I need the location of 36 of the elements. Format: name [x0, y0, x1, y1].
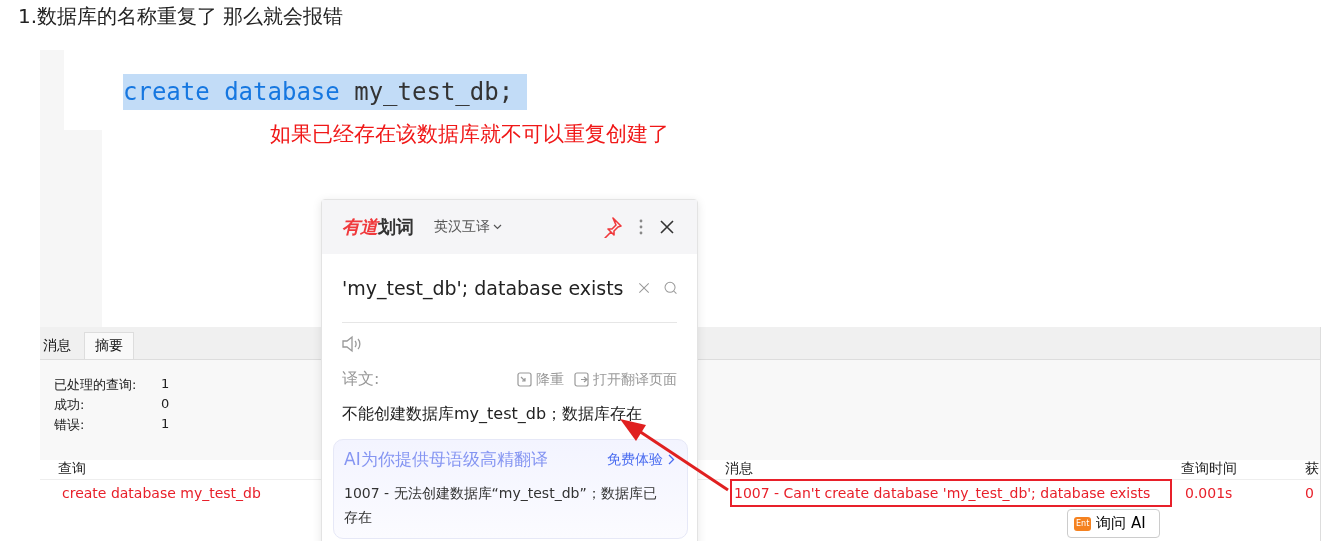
brand-logo: 有道划词	[342, 215, 414, 239]
rewrite-icon	[517, 372, 532, 387]
open-page-icon	[574, 372, 589, 387]
summary-value: 1	[161, 376, 171, 393]
column-header: 查询时间	[1180, 460, 1238, 478]
table-cell: 1007 - Can't create database 'my_test_db'; database exists	[734, 485, 1151, 501]
tab[interactable]: 消息	[40, 332, 80, 359]
pin-icon[interactable]	[601, 216, 623, 238]
translation-label: 译文:	[342, 369, 380, 390]
article-heading: 1.数据库的名称重复了 那么就会报错	[17, 3, 345, 30]
table-cell: 0.001s	[1185, 485, 1233, 501]
ai-translation-text: 1007 - 无法创建数据库“my_test_db”；数据库已存在	[344, 484, 658, 527]
more-icon[interactable]	[639, 219, 643, 235]
column-header: 获	[1304, 460, 1320, 478]
column-header: 消息	[724, 460, 754, 478]
chevron-icon	[668, 454, 675, 465]
ask-ai-button[interactable]: Ent 询问 AI	[1067, 509, 1160, 538]
column-header: 查询	[57, 460, 87, 478]
annotation-text: 如果已经存在该数据库就不可以重复创建了	[270, 121, 669, 148]
query-text: 'my_test_db'; database exists	[342, 277, 624, 299]
table-cell: create database my_test_db	[62, 485, 261, 501]
summary-value: 1	[161, 416, 171, 433]
ent-badge-icon: Ent	[1074, 516, 1092, 531]
mode-dropdown[interactable]: 英汉互译	[434, 218, 502, 236]
summary-value: 0	[161, 396, 171, 413]
translation-text: 不能创建数据库my_test_db；数据库存在	[342, 404, 644, 425]
table-cell: 0	[1305, 485, 1314, 501]
summary-label: 成功:	[54, 396, 86, 414]
free-trial-link[interactable]: 免费体验	[607, 450, 675, 469]
summary-label: 已处理的查询:	[54, 376, 138, 394]
ai-banner-title: AI为你提供母语级高精翻译	[344, 448, 548, 471]
summary-label: 错误:	[54, 416, 86, 434]
close-icon[interactable]	[659, 219, 675, 235]
tab[interactable]: 摘要	[84, 332, 134, 359]
chevron-icon	[493, 224, 502, 230]
speaker-icon[interactable]	[342, 335, 362, 353]
